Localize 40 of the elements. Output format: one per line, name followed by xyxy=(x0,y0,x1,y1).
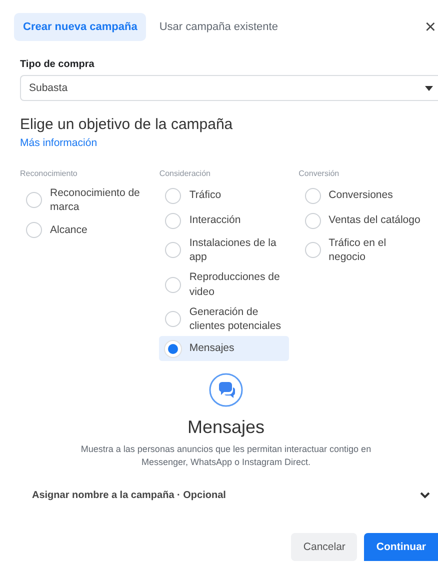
column-heading: Reconocimiento xyxy=(20,169,78,178)
more-info-link[interactable]: Más información xyxy=(20,137,98,149)
detail-title: Mensajes xyxy=(187,417,265,438)
option-label: Reproducciones de video xyxy=(189,270,281,299)
radio-button[interactable] xyxy=(304,188,321,204)
campaign-name-expander[interactable]: Asignar nombre a la campaña · Opcional xyxy=(32,490,430,502)
close-button[interactable]: × xyxy=(424,18,436,36)
chat-bubbles-icon xyxy=(209,373,243,408)
section-title: Elige un objetivo de la campaña xyxy=(20,116,234,133)
radio-button[interactable] xyxy=(165,188,182,204)
tab[interactable]: Usar campaña existente xyxy=(150,13,287,41)
expander-label: Asignar nombre a la campaña · Opcional xyxy=(32,490,226,502)
option-label: Ventas del catálogo xyxy=(328,213,420,228)
cancel-button[interactable]: Cancelar xyxy=(291,533,358,562)
option-label: Instalaciones de la app xyxy=(189,236,278,264)
radio-button[interactable] xyxy=(304,242,321,258)
column-heading: Conversión xyxy=(298,169,340,178)
radio-button[interactable] xyxy=(165,276,182,293)
objective-option[interactable]: Mensajes xyxy=(159,336,290,362)
field-label: Tipo de compra xyxy=(20,59,96,70)
purchase-type-dropdown[interactable]: Subasta xyxy=(20,75,438,101)
radio-button[interactable] xyxy=(165,310,182,327)
option-label: Tráfico xyxy=(189,188,222,203)
radio-button[interactable] xyxy=(165,212,182,228)
radio-button[interactable] xyxy=(26,192,42,208)
radio-button[interactable] xyxy=(304,212,321,228)
radio-button[interactable] xyxy=(26,222,42,238)
option-label: Tráfico en el negocio xyxy=(328,236,388,264)
option-label: Interacción xyxy=(189,213,241,228)
option-label: Mensajes xyxy=(189,341,234,356)
option-label: Conversiones xyxy=(328,188,393,203)
option-label: Alcance xyxy=(50,222,88,237)
continue-button[interactable]: Continuar xyxy=(364,533,438,562)
column-heading: Consideración xyxy=(159,169,212,178)
radio-button[interactable] xyxy=(165,242,182,258)
detail-description: Muestra a las personas anuncios que les permitan interactuar contigo en Messenger, WhatsApp o Instagram Direct. xyxy=(80,443,372,468)
option-label: Generación de clientes potenciales xyxy=(189,304,282,334)
caret-icon xyxy=(425,86,433,90)
tab[interactable]: Crear nueva campaña xyxy=(14,13,146,41)
option-label: Reconocimiento de marca xyxy=(50,186,141,214)
